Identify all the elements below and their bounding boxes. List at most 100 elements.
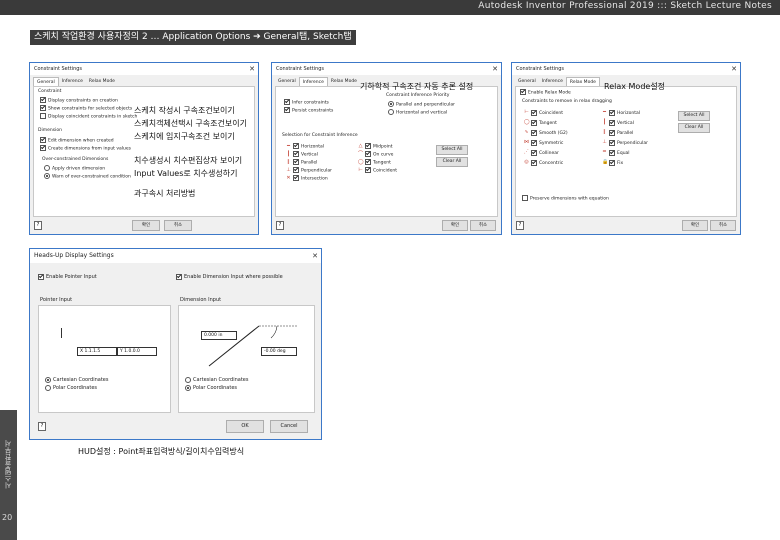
checkbox-perpendicular[interactable]: ⊥ Perpendicular bbox=[286, 167, 332, 175]
checkbox-preserve-dimensions[interactable]: Preserve dimensions with equation bbox=[522, 195, 609, 203]
checkbox-intersection[interactable]: ✕ Intersection bbox=[286, 175, 332, 183]
checkbox-parallel[interactable]: ∥ Parallel bbox=[602, 129, 648, 139]
checkbox-enable-pointer-input[interactable]: Enable Pointer Input bbox=[38, 273, 97, 281]
checkbox-perpendicular[interactable]: ⊥ Perpendicular bbox=[602, 139, 648, 149]
tab-inference[interactable]: Inference bbox=[59, 77, 86, 86]
checkbox-label: Display coincident constraints in sketch bbox=[48, 114, 138, 120]
clear-all-button[interactable]: Clear All bbox=[678, 123, 710, 133]
tab-general[interactable]: General bbox=[275, 77, 299, 86]
checkbox-symmetric[interactable]: ⋈ Symmetric bbox=[524, 139, 568, 149]
checkbox-icon bbox=[40, 113, 46, 119]
checkbox-icon bbox=[609, 139, 615, 146]
checkbox-enable-dimension-input[interactable]: Enable Dimension Input where possible bbox=[176, 273, 283, 281]
checkbox-display-on-creation[interactable]: Display constraints on creation bbox=[40, 97, 137, 105]
checkbox-display-coincident[interactable]: Display coincident constraints in sketch bbox=[40, 113, 137, 121]
smooth-icon: ∿ bbox=[524, 129, 529, 135]
checkbox-edit-dimension[interactable]: Edit dimension when created bbox=[40, 137, 131, 145]
cancel-button[interactable]: Cancel bbox=[270, 420, 308, 433]
pointer-input-preview: X 1.1.1.5 Y 1.0.0.0 Cartesian Coordinate… bbox=[38, 305, 171, 413]
checkbox-tangent[interactable]: ◯ Tangent bbox=[358, 159, 397, 167]
checkbox-icon bbox=[531, 149, 537, 156]
ok-button[interactable]: 확인 bbox=[682, 220, 708, 231]
checkbox-icon bbox=[365, 151, 371, 157]
radio-dimension-polar[interactable]: Polar Coordinates bbox=[185, 384, 248, 392]
help-icon[interactable]: ? bbox=[38, 422, 46, 431]
cancel-button[interactable]: 취소 bbox=[164, 220, 192, 231]
dialog-title: Constraint Settings bbox=[30, 63, 258, 75]
ok-button[interactable]: 확인 bbox=[132, 220, 160, 231]
checkbox-label: Parallel bbox=[301, 160, 318, 166]
parallel-icon: ∥ bbox=[287, 158, 290, 165]
cancel-button[interactable]: 취소 bbox=[710, 220, 736, 231]
checkbox-horizontal[interactable]: ━ Horizontal bbox=[602, 109, 648, 119]
dialog-tabs: General Inference Relax Mode bbox=[33, 77, 118, 86]
x-coordinate-field[interactable]: X 1.1.1.5 bbox=[77, 347, 117, 356]
tab-relax-mode[interactable]: Relax Mode bbox=[565, 77, 600, 86]
help-icon[interactable]: ? bbox=[34, 221, 42, 230]
radio-dimension-cartesian[interactable]: Cartesian Coordinates bbox=[185, 376, 248, 384]
checkbox-show-for-selected[interactable]: Show constraints for selected objects bbox=[40, 105, 137, 113]
radio-icon bbox=[388, 101, 394, 107]
checkbox-icon bbox=[531, 109, 537, 116]
annotation-show-for-selected: 스케치객체선택시 구속조건보이기 bbox=[134, 119, 247, 128]
checkbox-icon bbox=[609, 119, 615, 126]
checkbox-smooth[interactable]: ∿ Smooth (G2) bbox=[524, 129, 568, 139]
checkbox-collinear[interactable]: ⋰ Collinear bbox=[524, 149, 568, 159]
radio-pointer-cartesian[interactable]: Cartesian Coordinates bbox=[45, 376, 108, 384]
checkbox-create-from-input[interactable]: Create dimensions from input values bbox=[40, 145, 131, 153]
checkbox-concentric[interactable]: ◎ Concentric bbox=[524, 159, 568, 169]
radio-warn-over-constrained[interactable]: Warn of over-constrained condition bbox=[44, 173, 131, 181]
checkbox-midpoint[interactable]: △ Midpoint bbox=[358, 143, 397, 151]
close-icon[interactable]: ✕ bbox=[492, 63, 498, 75]
clear-all-button[interactable]: Clear All bbox=[436, 157, 468, 167]
relax-panel: Enable Relax Mode Constraints to remove … bbox=[515, 86, 737, 217]
tab-general[interactable]: General bbox=[33, 77, 59, 86]
checkbox-tangent[interactable]: ◯ Tangent bbox=[524, 119, 568, 129]
tab-inference[interactable]: Inference bbox=[298, 77, 328, 86]
ok-button[interactable]: OK bbox=[226, 420, 264, 433]
checkbox-fix[interactable]: 🔒 Fix bbox=[602, 159, 648, 169]
close-icon[interactable]: ✕ bbox=[249, 63, 255, 75]
checkbox-vertical[interactable]: ┃ Vertical bbox=[286, 151, 332, 159]
tab-relax-mode[interactable]: Relax Mode bbox=[86, 77, 118, 86]
tab-general[interactable]: General bbox=[515, 77, 539, 86]
checkbox-vertical[interactable]: ┃ Vertical bbox=[602, 119, 648, 129]
checkbox-parallel[interactable]: ∥ Parallel bbox=[286, 159, 332, 167]
header-title: Autodesk Inventor Professional 2019 ::: … bbox=[478, 1, 772, 11]
radio-horizontal-vertical[interactable]: Horizontal and vertical bbox=[388, 109, 455, 117]
dimension-group-label: Dimension bbox=[38, 128, 62, 133]
select-all-button[interactable]: Select All bbox=[678, 111, 710, 121]
checkbox-label: Infer constraints bbox=[292, 100, 329, 106]
checkbox-coincident[interactable]: ⊢ Coincident bbox=[358, 167, 397, 175]
checkbox-enable-relax[interactable]: Enable Relax Mode bbox=[520, 89, 571, 97]
hud-caption: HUD설정 : Point좌표입력방식/길이치수입력방식 bbox=[78, 447, 245, 456]
checkbox-persist-constraints[interactable]: Persist constraints bbox=[284, 107, 333, 115]
checkbox-horizontal[interactable]: ━ Horizontal bbox=[286, 143, 332, 151]
angle-field[interactable]: -0.00 deg bbox=[261, 347, 297, 356]
checkbox-coincident[interactable]: ⊢ Coincident bbox=[524, 109, 568, 119]
ok-button[interactable]: 확인 bbox=[442, 220, 468, 231]
checkbox-label: Coincident bbox=[373, 168, 397, 174]
radio-pointer-polar[interactable]: Polar Coordinates bbox=[45, 384, 108, 392]
help-icon[interactable]: ? bbox=[276, 221, 284, 230]
close-icon[interactable]: ✕ bbox=[312, 249, 318, 263]
dialog-title: Constraint Settings bbox=[512, 63, 740, 75]
radio-parallel-perpendicular[interactable]: Parallel and perpendicular bbox=[388, 101, 455, 109]
select-all-button[interactable]: Select All bbox=[436, 145, 468, 155]
checkbox-equal[interactable]: = Equal bbox=[602, 149, 648, 159]
cancel-button[interactable]: 취소 bbox=[470, 220, 496, 231]
checkbox-on-curve[interactable]: ⌒ On curve bbox=[358, 151, 397, 159]
help-icon[interactable]: ? bbox=[516, 221, 524, 230]
y-coordinate-field[interactable]: Y 1.0.0.0 bbox=[117, 347, 157, 356]
annotation-over-constrained: 과구속시 처리방법 bbox=[134, 189, 196, 198]
checkbox-label: Tangent bbox=[373, 160, 391, 166]
tab-inference[interactable]: Inference bbox=[539, 77, 566, 86]
tab-relax-mode[interactable]: Relax Mode bbox=[328, 77, 360, 86]
close-icon[interactable]: ✕ bbox=[731, 63, 737, 75]
radio-apply-driven[interactable]: Apply driven dimension bbox=[44, 165, 131, 173]
checkbox-label: Preserve dimensions with equation bbox=[530, 196, 609, 202]
perpendicular-icon: ⊥ bbox=[286, 166, 291, 173]
checkbox-infer-constraints[interactable]: Infer constraints bbox=[284, 99, 333, 107]
checkbox-label: Tangent bbox=[539, 121, 557, 126]
length-field[interactable]: 0.000 in bbox=[201, 331, 237, 340]
